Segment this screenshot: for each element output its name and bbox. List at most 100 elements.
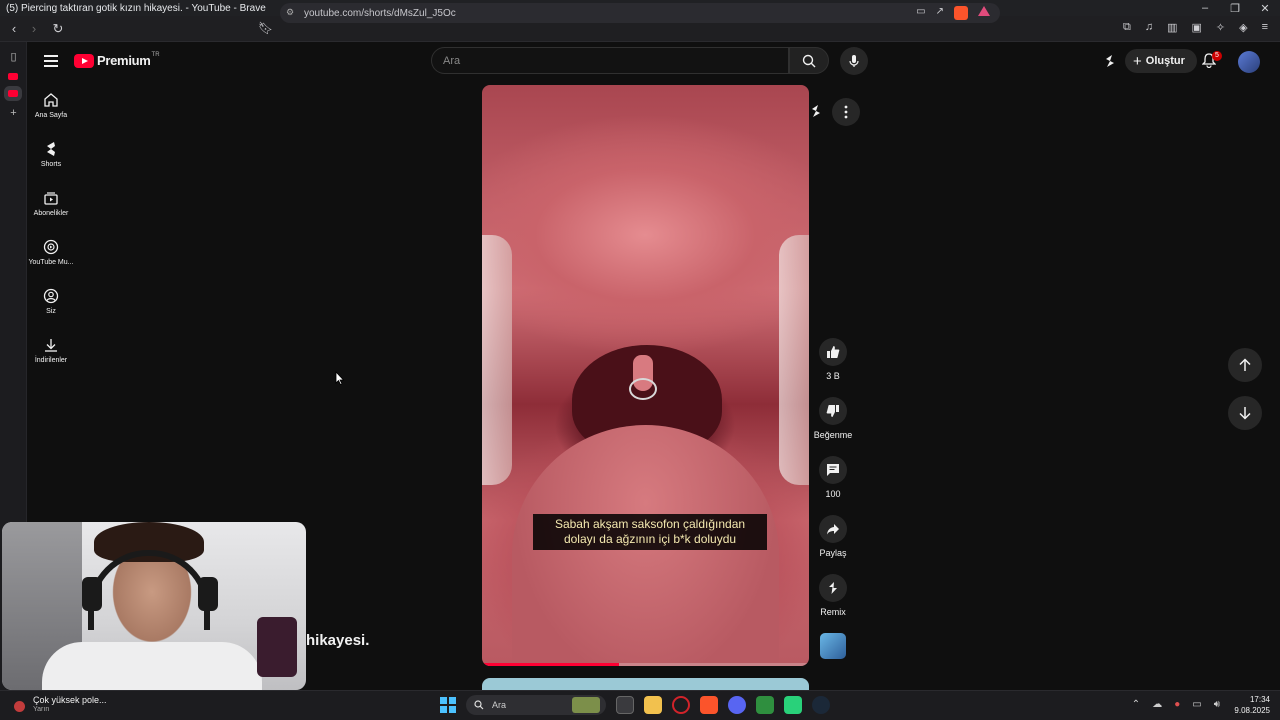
like-count: 3 B (826, 371, 840, 381)
sidebar-item-youtube-music[interactable]: YouTube Mu... (28, 233, 74, 282)
leo-ai-icon[interactable]: ✧ (1216, 21, 1225, 34)
sidebar-toggle-icon[interactable]: ▥ (1167, 21, 1177, 34)
add-icon[interactable]: + (0, 107, 27, 119)
sidebar-item-you[interactable]: Siz (28, 282, 74, 331)
search-input[interactable] (432, 48, 788, 73)
like-button[interactable] (819, 338, 847, 366)
cast-icon[interactable]: ▭ (916, 6, 925, 20)
comment-icon (827, 464, 839, 476)
windows-taskbar: Çok yüksek pole... Yarın Ara ⌃ ☁ ● ▭ 🔊︎ … (0, 690, 1280, 720)
youtube-tab-active-icon[interactable] (8, 90, 18, 97)
back-icon[interactable]: ‹ (4, 21, 24, 36)
home-icon (44, 93, 58, 107)
sidebar-item-downloads[interactable]: İndirilenler (28, 331, 74, 380)
volume-icon[interactable]: 🔊︎ (1214, 699, 1220, 710)
site-settings-icon[interactable]: ⚙︎ (286, 7, 298, 19)
taskbar-search[interactable]: Ara (466, 695, 606, 715)
chevron-up-icon[interactable]: ⌃ (1132, 699, 1140, 710)
create-label: Oluştur (1145, 55, 1185, 67)
forward-icon[interactable]: › (24, 21, 44, 36)
video-frame-detail (482, 235, 512, 485)
sidebar-item-subscriptions[interactable]: Abonelikler (28, 184, 74, 233)
share-page-icon[interactable]: ↗ (936, 6, 944, 20)
windows-start-icon[interactable] (440, 697, 456, 713)
search-box[interactable] (431, 47, 789, 74)
next-short-button[interactable] (1228, 396, 1262, 430)
reload-icon[interactable]: ↻ (48, 21, 68, 37)
display-icon[interactable]: ▭ (1192, 699, 1201, 710)
share-label: Paylaş (819, 548, 847, 558)
shorts-video-player[interactable]: Sabah akşam saksofon çaldığından dolayı … (482, 85, 809, 666)
user-icon (43, 288, 59, 304)
subtitle-line: dolayı da ağzının içi b*k doluydu (563, 532, 737, 546)
system-tray: ⌃ ☁ ● ▭ 🔊︎ (1132, 699, 1220, 710)
brave-rewards-icon[interactable] (978, 6, 990, 16)
video-subtitle: Sabah akşam saksofon çaldığından dolayı … (533, 514, 767, 550)
short-title: hikayesi. (306, 632, 370, 649)
shorts-icon (47, 142, 55, 156)
video-progress-bar[interactable] (482, 663, 809, 666)
url-text[interactable]: youtube.com/shorts/dMsZul_J5Oc (280, 8, 916, 19)
sidebar-item-shorts[interactable]: Shorts (28, 135, 74, 184)
extensions-bar: ⧉ ♫ ▥ ▣ ✧ ◈ ≡ (1123, 21, 1268, 34)
minimize-icon[interactable]: – (1190, 2, 1220, 15)
steam-icon[interactable] (812, 696, 830, 714)
avatar[interactable] (1238, 51, 1260, 73)
microphone-icon[interactable]: ● (1174, 699, 1180, 710)
previous-short-button[interactable] (1228, 348, 1262, 382)
channel-avatar[interactable] (820, 633, 846, 659)
remix-button[interactable] (819, 574, 847, 602)
share-button[interactable] (819, 515, 847, 543)
dislike-button[interactable] (819, 397, 847, 425)
task-view-icon[interactable] (616, 696, 634, 714)
menu-icon[interactable]: ≡ (1262, 21, 1268, 34)
search-button[interactable] (789, 47, 829, 74)
system-clock[interactable]: 17:34 9.08.2025 (1234, 694, 1270, 716)
clock-date: 9.08.2025 (1234, 706, 1270, 715)
brave-shield-icon[interactable] (954, 6, 968, 20)
close-icon[interactable]: ✕ (1250, 2, 1280, 15)
media-player-icon[interactable] (756, 696, 774, 714)
file-explorer-icon[interactable] (644, 696, 662, 714)
weather-widget[interactable]: Çok yüksek pole... Yarın (14, 695, 107, 713)
youtube-play-icon (74, 53, 94, 68)
hamburger-menu-icon[interactable] (44, 55, 58, 70)
restore-icon[interactable]: ❐ (1220, 2, 1250, 15)
vpn-icon[interactable]: ◈ (1239, 21, 1247, 34)
youtube-tab-icon[interactable] (8, 73, 18, 80)
sidebar-item-home[interactable]: Ana Sayfa (28, 86, 74, 135)
arrow-up-icon (1239, 358, 1251, 371)
remix-icon (829, 582, 837, 594)
onedrive-icon[interactable]: ☁ (1152, 699, 1162, 710)
search-icon (474, 700, 484, 710)
arrow-down-icon (1239, 407, 1251, 420)
webcam-detail (42, 642, 262, 690)
app-icon[interactable] (784, 696, 802, 714)
share-icon (827, 524, 839, 535)
create-button[interactable]: + Oluştur (1125, 49, 1197, 73)
media-icon[interactable]: ♫ (1145, 21, 1153, 34)
video-frame-detail (629, 378, 657, 400)
opera-icon[interactable] (672, 696, 690, 714)
sidebar-panel-icon[interactable]: ▯ (0, 50, 27, 63)
youtube-logo[interactable]: Premium TR (74, 52, 160, 68)
extensions-icon[interactable]: ⧉ (1123, 21, 1131, 34)
subtitle-line: Sabah akşam saksofon çaldığından (554, 517, 746, 531)
more-options-button[interactable] (832, 98, 860, 126)
logo-text: Premium (97, 53, 151, 68)
voice-search-button[interactable] (840, 47, 868, 75)
brave-icon[interactable] (700, 696, 718, 714)
wallet-icon[interactable]: ▣ (1191, 21, 1201, 34)
bookmark-icon[interactable]: 🔖︎ (258, 21, 273, 35)
mouse-cursor-icon (335, 371, 345, 385)
address-bar[interactable]: ⚙︎ youtube.com/shorts/dMsZul_J5Oc ▭ ↗ (280, 3, 1000, 23)
comment-count: 100 (825, 489, 841, 499)
webcam-detail (198, 577, 218, 611)
comments-button[interactable] (819, 456, 847, 484)
remix-shorts-icon[interactable] (808, 103, 824, 124)
microphone-icon (849, 55, 859, 67)
weather-subtitle: Yarın (33, 706, 50, 713)
next-short-preview[interactable] (482, 678, 809, 690)
discord-icon[interactable] (728, 696, 746, 714)
shorts-upload-icon[interactable] (1102, 53, 1118, 74)
